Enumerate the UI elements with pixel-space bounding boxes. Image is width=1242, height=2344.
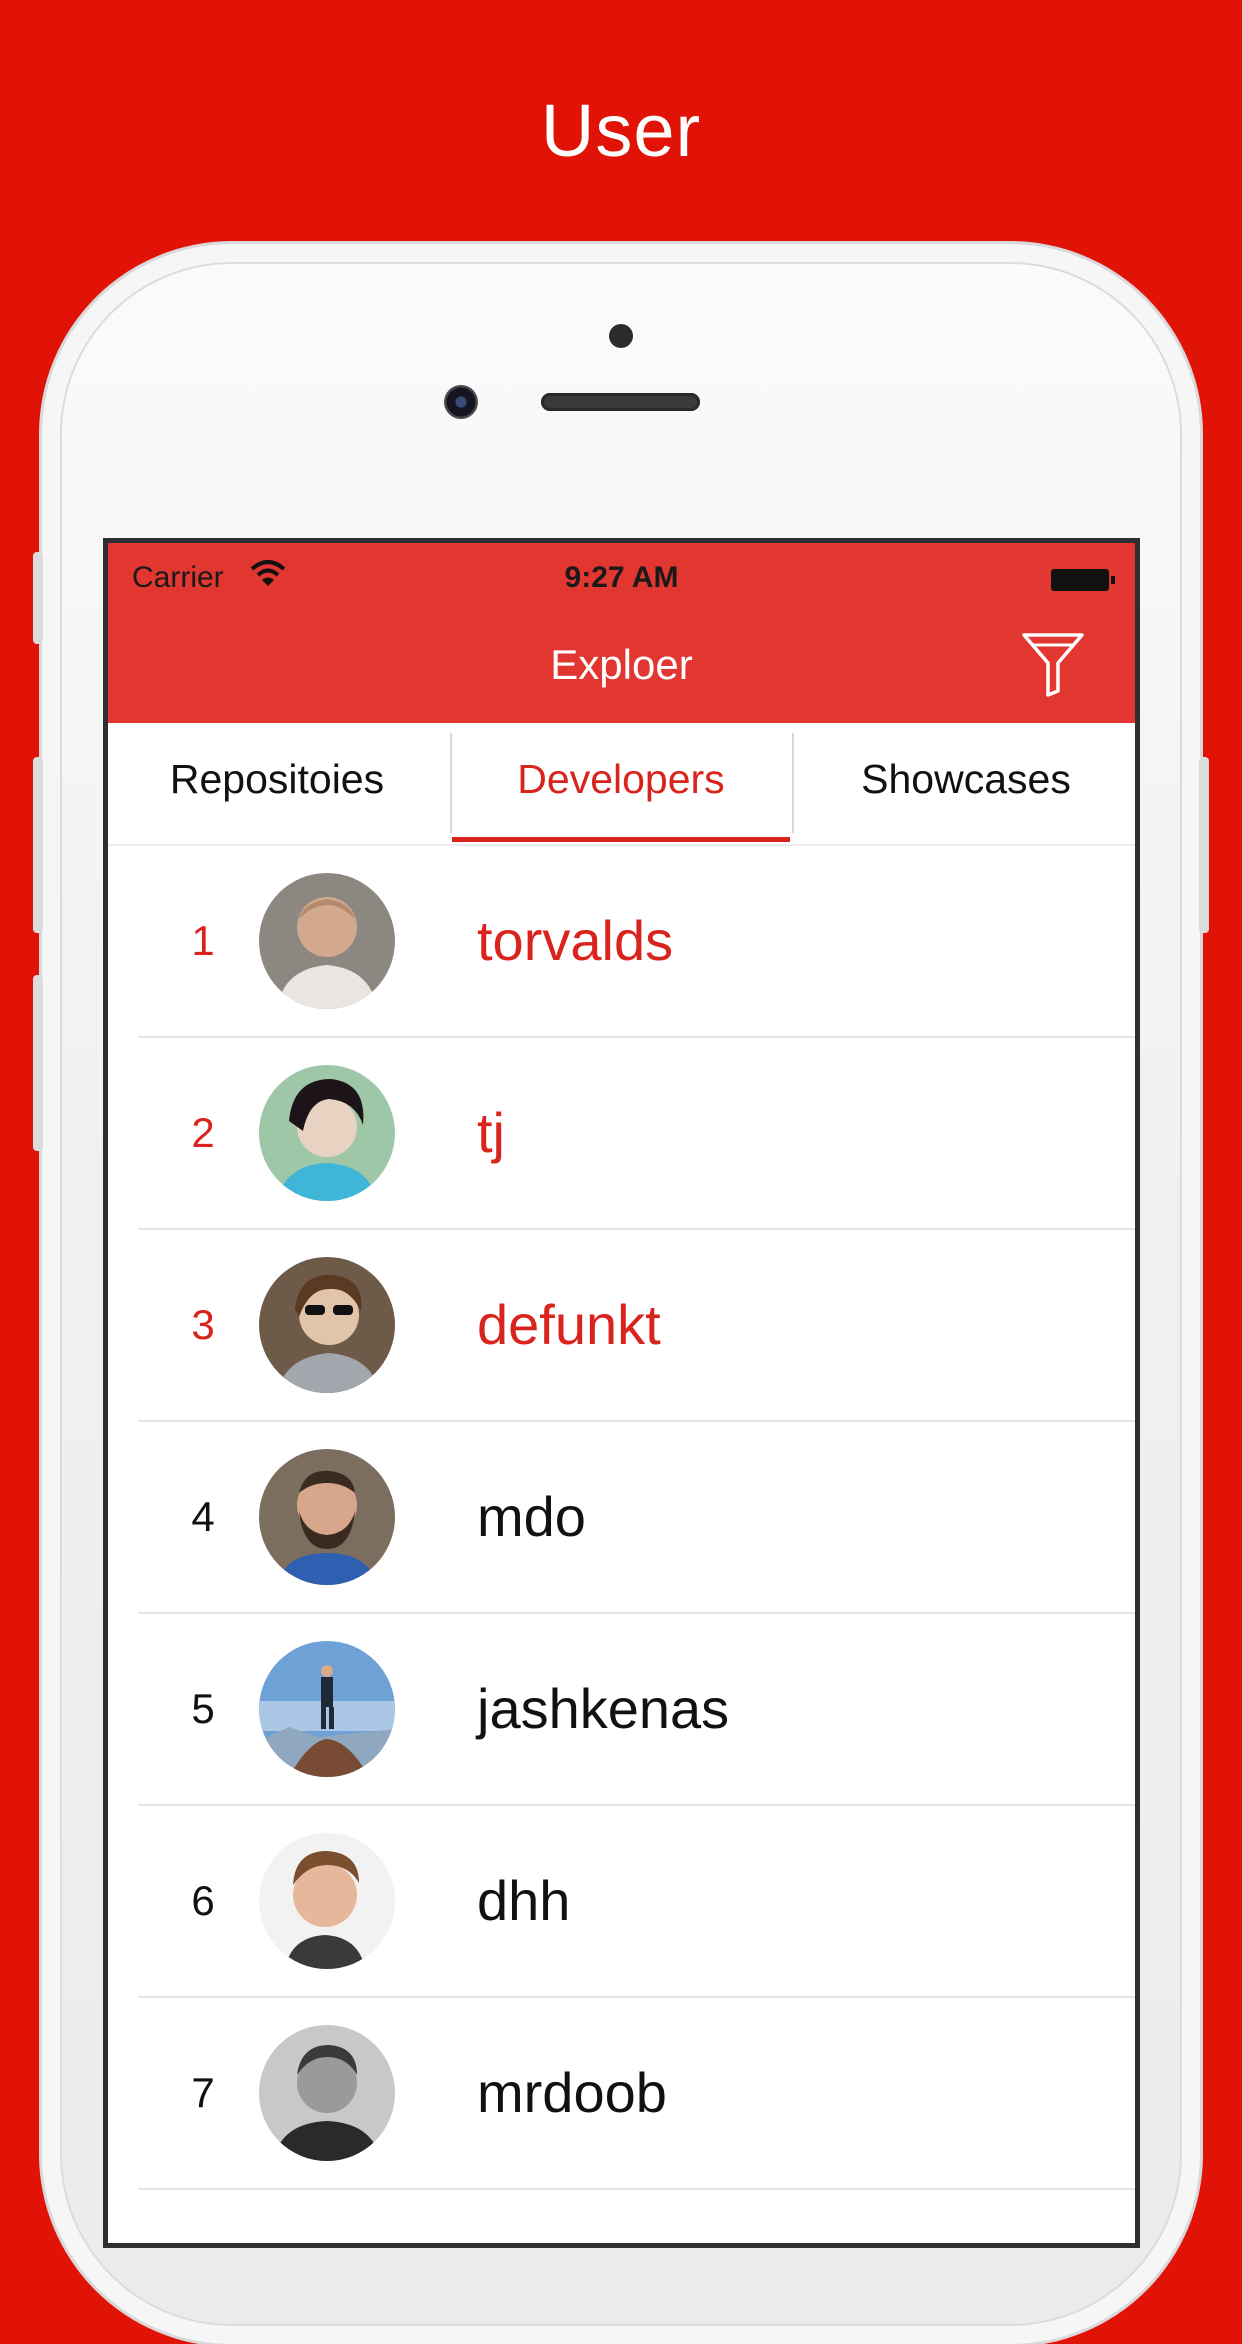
- developer-row[interactable]: 3 defunkt: [138, 1230, 1135, 1422]
- tab-showcases[interactable]: Showcases: [797, 723, 1135, 844]
- developer-name: torvalds: [477, 909, 674, 972]
- battery-icon: [1051, 569, 1115, 591]
- phone-side-button: [33, 975, 43, 1151]
- developer-row[interactable]: 7 mrdoob: [138, 1998, 1135, 2190]
- phone-side-button: [33, 552, 43, 644]
- developer-name: jashkenas: [477, 1677, 730, 1740]
- rank-number: 6: [191, 1877, 215, 1924]
- rank-number: 1: [191, 917, 215, 964]
- phone-side-button: [1199, 757, 1209, 933]
- tab-repositories[interactable]: Repositoies: [108, 723, 446, 844]
- developer-name: defunkt: [477, 1293, 661, 1356]
- avatar[interactable]: [259, 1065, 395, 1201]
- promo-title: User: [540, 89, 702, 172]
- tab-developers[interactable]: Developers: [452, 723, 790, 844]
- nav-title: Exploer: [550, 641, 693, 688]
- phone-side-button: [33, 757, 43, 933]
- screen: Carrier 9:27 AM Exploer Repositoies Deve…: [108, 543, 1135, 2243]
- avatar[interactable]: [259, 1833, 395, 1969]
- rank-number: 4: [191, 1493, 215, 1540]
- developer-name: mrdoob: [477, 2061, 667, 2124]
- filter-icon: [1022, 633, 1084, 697]
- developer-name: mdo: [477, 1485, 586, 1548]
- filter-button[interactable]: [1020, 629, 1086, 699]
- developer-name: dhh: [477, 1869, 571, 1932]
- rank-number: 5: [191, 1685, 215, 1732]
- tab-separator: [792, 733, 794, 833]
- developer-name: tj: [477, 1101, 505, 1164]
- rank-number: 7: [191, 2069, 215, 2116]
- developer-row[interactable]: 2 tj: [138, 1038, 1135, 1230]
- developer-row[interactable]: 4 mdo: [138, 1422, 1135, 1614]
- segment-tabs: Repositoies Developers Showcases: [108, 723, 1135, 846]
- avatar[interactable]: [259, 1641, 395, 1777]
- developer-list: 1 torvalds 2 tj 3 defunkt 4 mdo 5 jashke…: [108, 846, 1135, 2190]
- nav-bar: Carrier 9:27 AM Exploer: [108, 543, 1135, 723]
- avatar[interactable]: [259, 873, 395, 1009]
- earpiece-speaker: [541, 393, 700, 411]
- tab-selected-indicator: [452, 837, 790, 842]
- status-bar: Carrier 9:27 AM: [108, 543, 1135, 613]
- front-camera: [444, 385, 478, 419]
- avatar[interactable]: [259, 1257, 395, 1393]
- proximity-sensor: [609, 324, 633, 348]
- clock: 9:27 AM: [564, 561, 679, 594]
- rank-number: 3: [191, 1301, 215, 1348]
- developer-row[interactable]: 1 torvalds: [138, 846, 1135, 1038]
- developer-row[interactable]: 6 dhh: [138, 1806, 1135, 1998]
- avatar[interactable]: [259, 1449, 395, 1585]
- rank-number: 2: [191, 1109, 215, 1156]
- developer-row[interactable]: 5 jashkenas: [138, 1614, 1135, 1806]
- avatar[interactable]: [259, 2025, 395, 2161]
